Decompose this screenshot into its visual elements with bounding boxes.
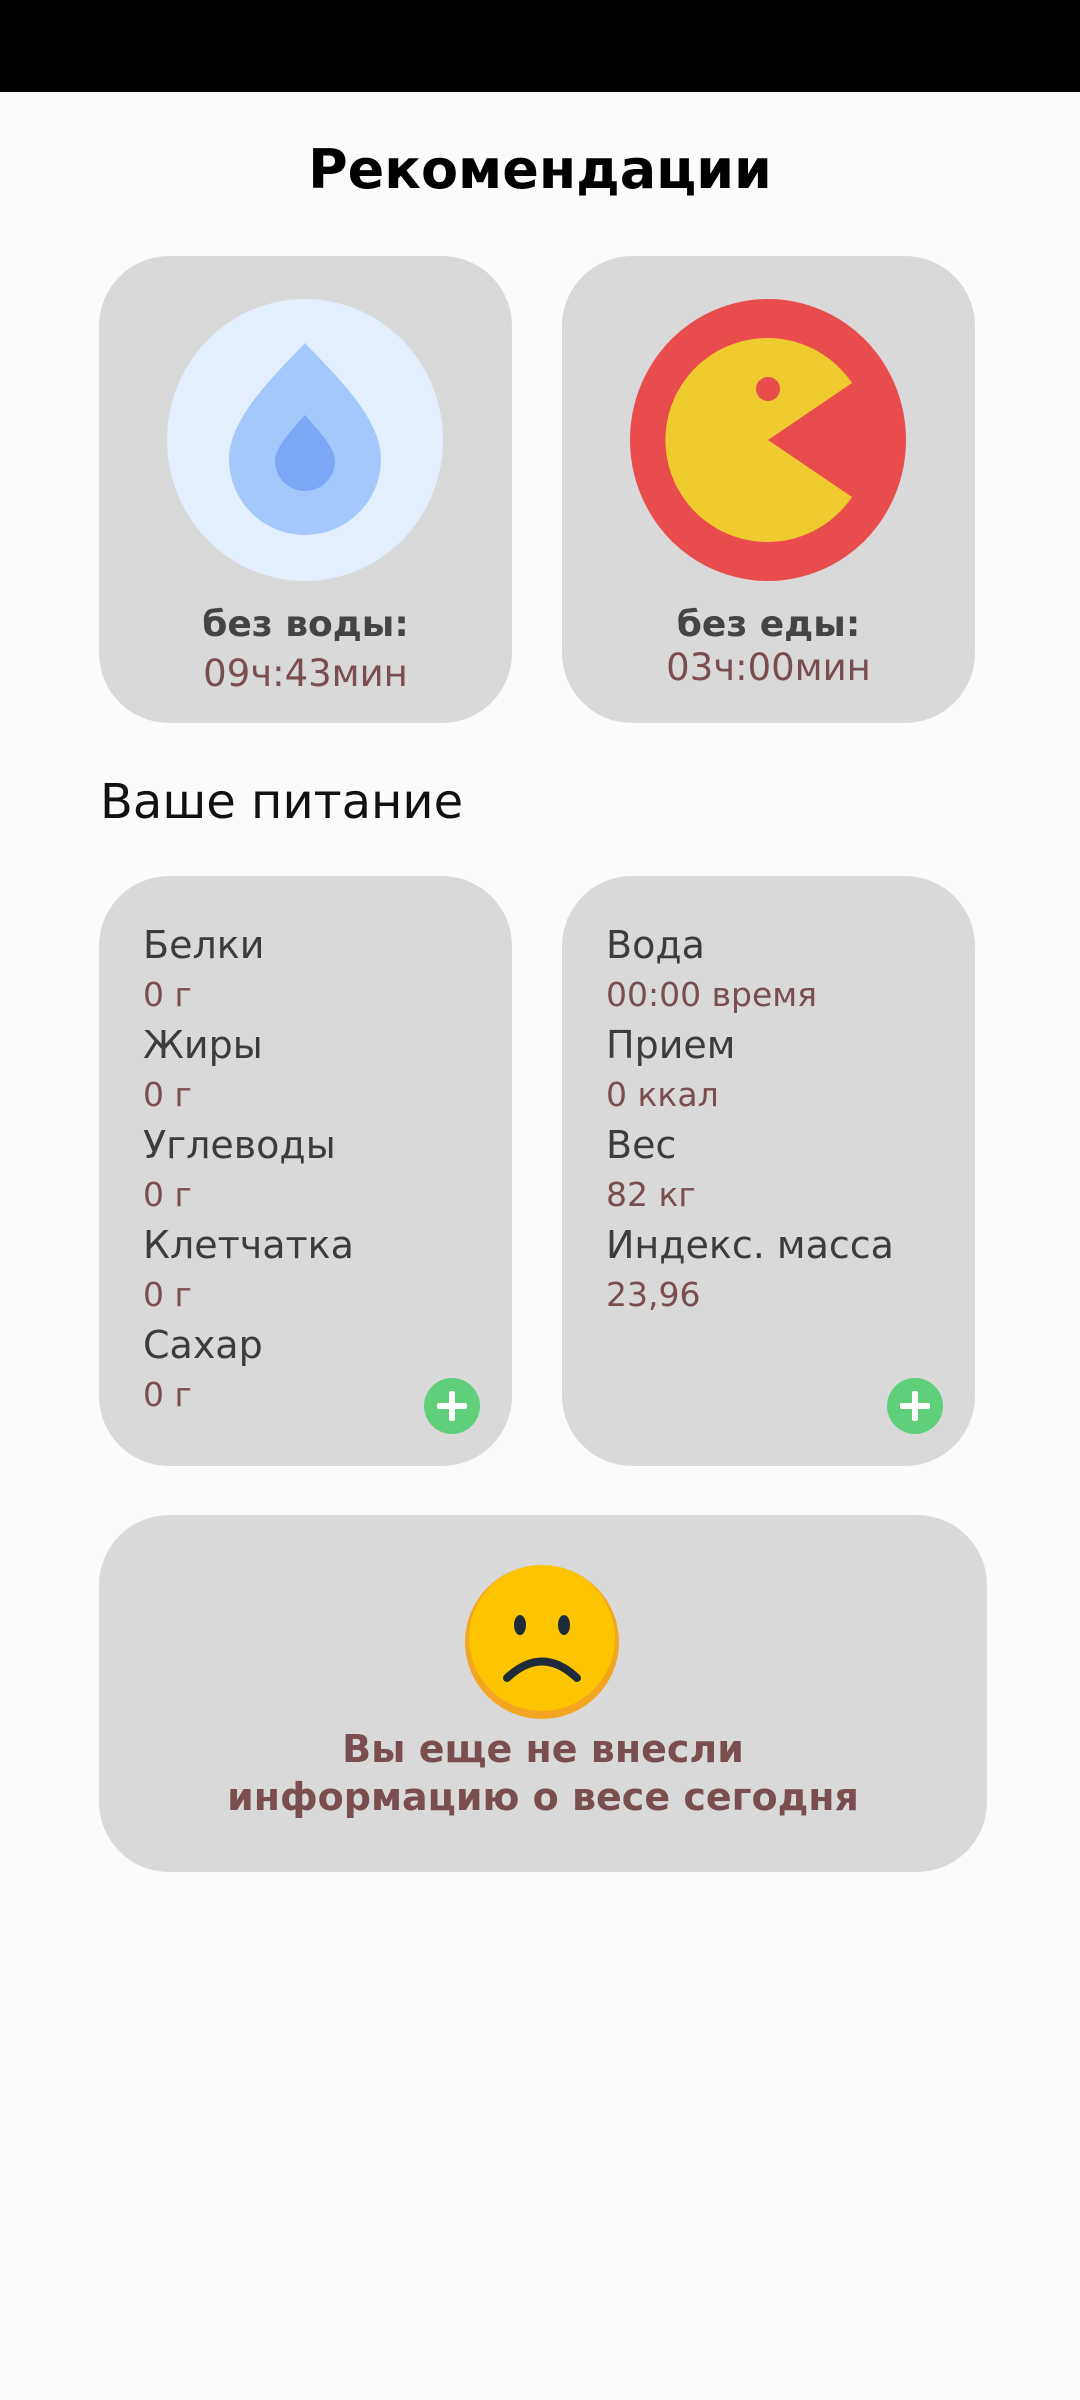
plus-icon bbox=[437, 1391, 467, 1421]
stat-value: 0 ккал bbox=[606, 1075, 719, 1114]
nutrient-value: 0 г bbox=[143, 1075, 192, 1114]
stat-value: 00:00 время bbox=[606, 975, 818, 1014]
weight-notice-card[interactable]: Вы еще не внесли информацию о весе сегод… bbox=[99, 1515, 987, 1872]
nutrient-name: Сахар bbox=[143, 1323, 263, 1367]
water-recommendation-card[interactable]: без воды: 09ч:43мин bbox=[99, 256, 512, 723]
nutrient-value: 0 г bbox=[143, 975, 192, 1014]
food-label: без еды: bbox=[676, 604, 861, 645]
sad-face-icon bbox=[465, 1565, 619, 1719]
stat-name: Вода bbox=[606, 923, 705, 967]
body-stats-card: Вода 00:00 время Прием 0 ккал Вес 82 кг … bbox=[562, 876, 975, 1466]
add-nutrients-button[interactable] bbox=[424, 1378, 480, 1434]
weight-notice-text: Вы еще не внесли информацию о весе сегод… bbox=[99, 1725, 987, 1821]
weight-notice-line1: Вы еще не внесли bbox=[342, 1727, 744, 1771]
nutrient-name: Клетчатка bbox=[143, 1223, 354, 1267]
nutrient-item: Белки 0 г bbox=[143, 920, 354, 1020]
plus-icon bbox=[900, 1391, 930, 1421]
add-stats-button[interactable] bbox=[887, 1378, 943, 1434]
nutrients-card: Белки 0 г Жиры 0 г Углеводы 0 г Клетчатк… bbox=[99, 876, 512, 1466]
stat-name: Вес bbox=[606, 1123, 677, 1167]
page-title: Рекомендации bbox=[308, 138, 772, 201]
nutrient-name: Углеводы bbox=[143, 1123, 336, 1167]
food-time-value: 03ч:00мин bbox=[666, 646, 871, 689]
food-recommendation-card[interactable]: без еды: 03ч:00мин bbox=[562, 256, 975, 723]
nutrients-list: Белки 0 г Жиры 0 г Углеводы 0 г Клетчатк… bbox=[143, 920, 354, 1420]
nutrient-value: 0 г bbox=[143, 1375, 192, 1414]
stat-value: 82 кг bbox=[606, 1175, 696, 1214]
nutrient-item: Сахар 0 г bbox=[143, 1320, 354, 1420]
nutrient-value: 0 г bbox=[143, 1275, 192, 1314]
nutrition-section-title: Ваше питание bbox=[100, 774, 464, 830]
status-bar bbox=[0, 0, 1080, 92]
stat-name: Индекс. масса bbox=[606, 1223, 894, 1267]
stat-value: 23,96 bbox=[606, 1275, 701, 1314]
water-label: без воды: bbox=[202, 604, 409, 645]
stats-list: Вода 00:00 время Прием 0 ккал Вес 82 кг … bbox=[606, 920, 894, 1320]
stat-item: Вес 82 кг bbox=[606, 1120, 894, 1220]
nutrient-name: Белки bbox=[143, 923, 265, 967]
nutrient-item: Клетчатка 0 г bbox=[143, 1220, 354, 1320]
water-drop-icon bbox=[167, 299, 443, 581]
nutrient-value: 0 г bbox=[143, 1175, 192, 1214]
water-time-value: 09ч:43мин bbox=[203, 652, 408, 695]
stat-item: Прием 0 ккал bbox=[606, 1020, 894, 1120]
pacman-food-icon bbox=[630, 299, 906, 581]
nutrient-item: Жиры 0 г bbox=[143, 1020, 354, 1120]
weight-notice-line2: информацию о весе сегодня bbox=[227, 1775, 859, 1819]
nutrient-name: Жиры bbox=[143, 1023, 263, 1067]
nutrient-item: Углеводы 0 г bbox=[143, 1120, 354, 1220]
stat-name: Прием bbox=[606, 1023, 736, 1067]
stat-item: Индекс. масса 23,96 bbox=[606, 1220, 894, 1320]
stat-item: Вода 00:00 время bbox=[606, 920, 894, 1020]
